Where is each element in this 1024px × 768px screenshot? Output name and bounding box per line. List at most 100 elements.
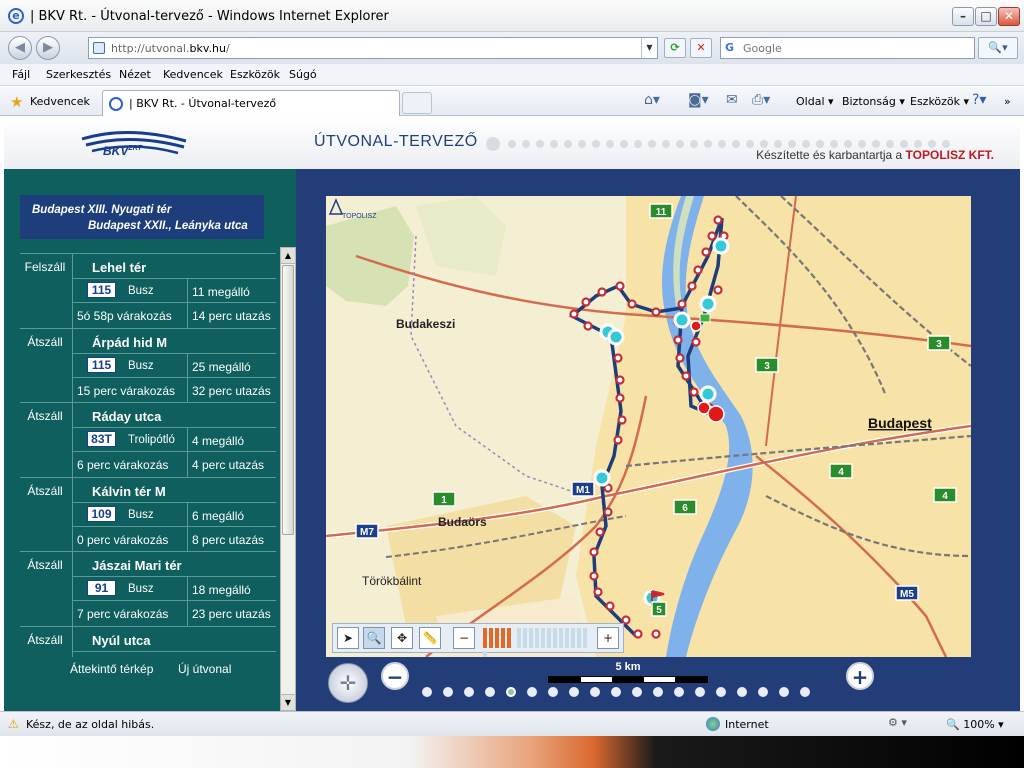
stop-name: Ráday utca <box>92 409 162 424</box>
window-titlebar: e | BKV Rt. - Útvonal-tervező - Windows … <box>0 0 1024 32</box>
page-menu[interactable]: Oldal ▾ <box>796 95 834 108</box>
travel-time: 4 perc utazás <box>192 458 265 472</box>
new-route-link[interactable]: Új útvonal <box>178 662 231 676</box>
route-map[interactable]: 11 3 3 4 4 1 6 5 M7 M1 M5 Budakeszi Buda… <box>326 196 971 657</box>
travel-time: 8 perc utazás <box>192 532 265 547</box>
status-text: Kész, de az oldal hibás. <box>26 718 155 731</box>
vehicle-type: Trolipótló <box>128 434 175 446</box>
mail-icon[interactable]: ✉ <box>726 92 738 108</box>
print-icon[interactable]: ⎙▾ <box>752 92 770 108</box>
itinerary-scrollbar[interactable]: ▲ ▼ <box>280 247 296 711</box>
favorites-button[interactable]: Kedvencek <box>30 95 90 108</box>
stop-name: Kálvin tér M <box>92 483 166 499</box>
feeds-icon[interactable]: ◙▾ <box>688 92 709 108</box>
menu-tools[interactable]: Eszközök <box>230 68 280 81</box>
zone-text: Internet <box>725 718 769 731</box>
warning-icon[interactable]: ⚠ <box>8 717 22 731</box>
forward-button[interactable]: ▶ <box>36 36 60 60</box>
protected-mode-icon[interactable]: ⚙ ▾ <box>888 716 907 729</box>
address-field[interactable]: http://utvonal.bkv.hu/ ▼ <box>88 37 658 59</box>
measure-tool-icon[interactable]: 📏 <box>419 627 441 649</box>
url-text[interactable]: http://utvonal.bkv.hu/ <box>111 42 230 55</box>
place-budakeszi: Budakeszi <box>396 317 455 331</box>
itinerary-table: Felszáll Lehel tér 115 Busz 11 megálló 5… <box>20 253 276 657</box>
itinerary-row[interactable]: Átszáll Árpád hid M 115 Busz 25 megálló … <box>20 327 276 403</box>
address-dropdown-icon[interactable]: ▼ <box>641 38 657 58</box>
itinerary-row[interactable]: Átszáll Kálvin tér M 109 Busz 6 megálló … <box>20 476 276 552</box>
help-icon[interactable]: ?▾ <box>972 92 986 108</box>
zoom-out-button[interactable]: − <box>381 662 409 690</box>
menu-help[interactable]: Súgó <box>289 68 317 81</box>
stop-count: 18 megálló <box>192 583 251 597</box>
menu-edit[interactable]: Szerkesztés <box>46 68 111 81</box>
scroll-up-icon[interactable]: ▲ <box>281 248 295 264</box>
itinerary-row[interactable]: Átszáll Jászai Mari tér 91 Busz 18 megál… <box>20 551 276 626</box>
tools-menu[interactable]: Eszközök ▾ <box>910 95 969 108</box>
compass-pan-icon[interactable]: ✛ <box>328 663 368 703</box>
itinerary-panel: Budapest XIII. Nyugati tér Budapest XXII… <box>4 169 296 711</box>
route-to: Budapest XXII., Leányka utca <box>88 220 248 232</box>
route-from: Budapest XIII. Nyugati tér <box>32 204 172 216</box>
itinerary-row[interactable]: Átszáll Nyúl utca <box>20 625 276 657</box>
itinerary-row[interactable]: Felszáll Lehel tér 115 Busz 11 megálló 5… <box>20 253 276 328</box>
maximize-button[interactable]: □ <box>975 7 997 26</box>
place-budapest: Budapest <box>868 415 932 431</box>
minimize-button[interactable]: – <box>952 7 974 26</box>
wait-time: 6 perc várakozás <box>77 458 169 472</box>
search-button[interactable]: 🔍▾ <box>978 37 1018 59</box>
itinerary-row[interactable]: Átszáll Ráday utca 83T Trolipótló 4 megá… <box>20 402 276 477</box>
google-icon: G <box>725 41 735 54</box>
forest-area <box>416 196 506 276</box>
back-button[interactable]: ◀ <box>8 36 32 60</box>
favorites-bar: ★ Kedvencek | BKV Rt. - Útvonal-tervező … <box>0 87 1024 116</box>
close-window-button[interactable]: ✕ <box>998 7 1020 26</box>
scale-bar: 5 km <box>548 661 708 683</box>
home-icon[interactable]: ⌂▾ <box>644 92 660 108</box>
zoom-in-button[interactable]: + <box>846 662 874 690</box>
new-tab-button[interactable] <box>402 92 432 114</box>
north-arrow-icon <box>328 198 344 215</box>
menu-view[interactable]: Nézet <box>119 68 151 81</box>
travel-time: 14 perc utazás <box>192 309 271 323</box>
zoom-in-tool-icon[interactable]: + <box>597 627 619 649</box>
favorites-star-icon[interactable]: ★ <box>10 93 23 111</box>
menu-file[interactable]: Fájl <box>12 68 30 81</box>
safety-menu[interactable]: Biztonság ▾ <box>842 95 905 108</box>
credit-brand[interactable]: TOPOLISZ KFT. <box>906 148 994 162</box>
zoom-out-tool-icon[interactable]: − <box>453 627 475 649</box>
zoom-level-button[interactable]: 🔍 100% ▾ <box>946 718 1004 731</box>
vehicle-type: Busz <box>128 285 154 297</box>
svg-text:1: 1 <box>441 495 447 506</box>
zoom-level-dots[interactable] <box>422 687 842 700</box>
svg-text:M5: M5 <box>900 589 914 600</box>
zoom-window-tool-icon[interactable]: 🔍 <box>363 627 385 649</box>
line-badge: 109 <box>87 505 116 522</box>
scroll-down-icon[interactable]: ▼ <box>281 694 295 710</box>
overview-map-link[interactable]: Áttekintő térkép <box>70 662 153 676</box>
search-field[interactable]: G <box>720 37 975 59</box>
desktop-background <box>0 736 1024 768</box>
refresh-icon[interactable]: ⟳ <box>664 38 686 58</box>
tab-label: | BKV Rt. - Útvonal-tervező <box>129 97 277 110</box>
action-label: Felszáll <box>24 260 66 274</box>
svg-text:3: 3 <box>936 339 942 350</box>
search-input[interactable] <box>743 39 968 57</box>
pan-tool-icon[interactable]: ✥ <box>391 627 413 649</box>
svg-text:4: 4 <box>838 467 844 478</box>
travel-time: 23 perc utazás <box>192 607 271 621</box>
map-toolbar: ➤ 🔍 ✥ 📏 − + <box>332 623 624 657</box>
line-badge: 115 <box>87 356 116 373</box>
scroll-thumb[interactable] <box>282 265 294 535</box>
map-canvas: 11 3 3 4 4 1 6 5 M7 M1 M5 Budakeszi Buda… <box>326 196 971 657</box>
wait-time: 7 perc várakozás <box>77 607 169 621</box>
zoom-level-slider[interactable] <box>483 628 593 657</box>
pointer-tool-icon[interactable]: ➤ <box>337 627 359 649</box>
stop-icon[interactable]: ✕ <box>690 38 712 58</box>
action-label: Átszáll <box>27 558 63 572</box>
menu-favorites[interactable]: Kedvencek <box>163 68 223 81</box>
toolbar-overflow-icon[interactable]: » <box>1004 95 1011 108</box>
line-badge: 83T <box>87 431 116 447</box>
browser-tab[interactable]: | BKV Rt. - Útvonal-tervező <box>102 90 400 116</box>
status-bar: ⚠ Kész, de az oldal hibás. Internet ⚙ ▾ … <box>0 711 1024 736</box>
left-links: Áttekintő térkép Új útvonal <box>4 659 296 679</box>
